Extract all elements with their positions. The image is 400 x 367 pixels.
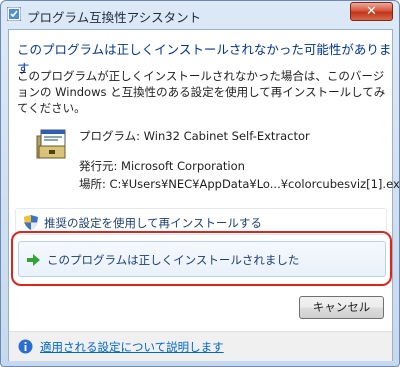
- program-location: 場所: C:¥Users¥NEC¥AppData¥Lo...¥colorcube…: [79, 177, 400, 191]
- title-bar[interactable]: プログラム互換性アシスタント ✕: [1, 1, 399, 29]
- info-icon: [18, 339, 33, 354]
- installed-correctly-option[interactable]: このプログラムは正しくインストールされました: [18, 241, 386, 277]
- dialog-content: このプログラムは正しくインストールされなかった可能性があります このプログラムが…: [8, 29, 400, 361]
- installed-correctly-label: このプログラムは正しくインストールされました: [47, 253, 300, 267]
- description-text: このプログラムが正しくインストールされなかった場合は、このバージョンの Wind…: [17, 69, 386, 115]
- close-button[interactable]: ✕: [350, 2, 393, 21]
- installer-package-icon: [36, 129, 66, 159]
- green-arrow-icon: [27, 254, 40, 266]
- cancel-button[interactable]: キャンセル: [299, 296, 384, 319]
- help-link[interactable]: 適用される設定について説明します: [40, 339, 224, 355]
- reinstall-option-label: 推奨の設定を使用して再インストールする: [44, 216, 262, 230]
- program-name: プログラム: Win32 Cabinet Self-Extractor: [79, 129, 310, 143]
- window-title: プログラム互換性アシスタント: [27, 10, 202, 25]
- dialog-window: プログラム互換性アシスタント ✕ このプログラムは正しくインストールされなかった…: [0, 0, 400, 367]
- program-publisher: 発行元: Microsoft Corporation: [79, 159, 245, 173]
- compatibility-assistant-icon: [7, 7, 21, 21]
- dialog-footer: 適用される設定について説明します: [9, 331, 392, 361]
- shield-icon: [24, 215, 38, 230]
